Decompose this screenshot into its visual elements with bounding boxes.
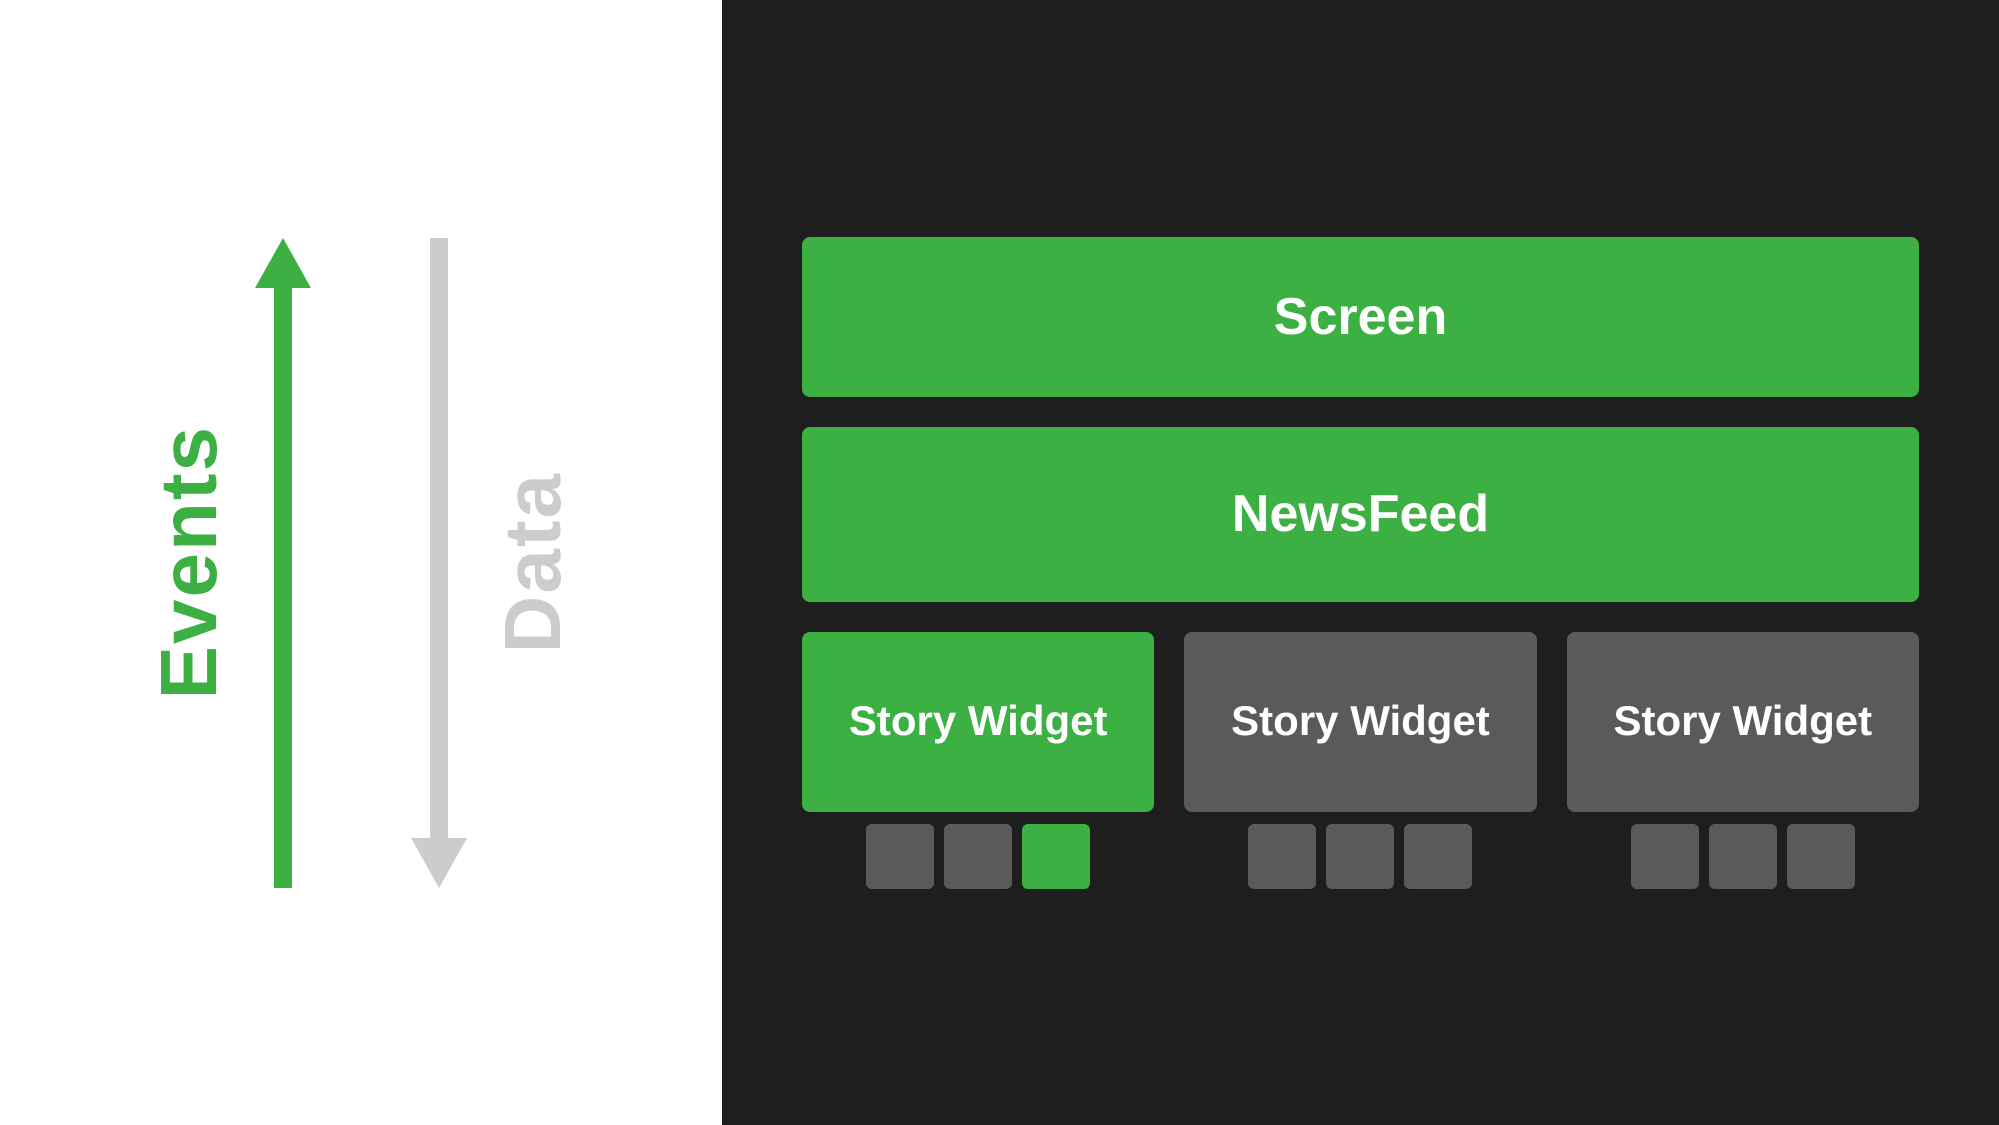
story-widget-block-2: Story Widget xyxy=(1184,632,1536,812)
arrow-up-line xyxy=(274,288,292,888)
sub-block-2-2 xyxy=(1326,824,1394,889)
sub-block-1-1 xyxy=(866,824,934,889)
story-widget-label-3: Story Widget xyxy=(1614,696,1873,746)
data-arrow-down xyxy=(411,238,467,888)
events-group: Events xyxy=(143,238,311,888)
left-panel: Events Data xyxy=(0,0,722,1125)
newsfeed-block: NewsFeed xyxy=(802,427,1919,602)
story-widget-group-3: Story Widget xyxy=(1567,632,1919,889)
events-arrow-up xyxy=(255,238,311,888)
sub-blocks-2 xyxy=(1184,824,1536,889)
sub-block-3-1 xyxy=(1631,824,1699,889)
data-label: Data xyxy=(487,472,579,653)
story-widget-block-1: Story Widget xyxy=(802,632,1154,812)
sub-block-2-1 xyxy=(1248,824,1316,889)
story-widget-group-1: Story Widget xyxy=(802,632,1154,889)
sub-blocks-3 xyxy=(1567,824,1919,889)
arrows-container: Events Data xyxy=(143,0,579,1125)
sub-block-1-3 xyxy=(1022,824,1090,889)
sub-block-2-3 xyxy=(1404,824,1472,889)
sub-block-3-2 xyxy=(1709,824,1777,889)
story-widget-label-2: Story Widget xyxy=(1231,696,1490,746)
arrow-down-head xyxy=(411,838,467,888)
screen-label: Screen xyxy=(1274,287,1447,347)
right-panel: Screen NewsFeed Story Widget Story Widge… xyxy=(722,0,1999,1125)
story-widget-label-1: Story Widget xyxy=(849,696,1108,746)
story-widgets-row: Story Widget Story Widget Story Widget xyxy=(802,632,1919,889)
screen-block: Screen xyxy=(802,237,1919,397)
story-widget-group-2: Story Widget xyxy=(1184,632,1536,889)
arrow-up-head xyxy=(255,238,311,288)
story-widget-block-3: Story Widget xyxy=(1567,632,1919,812)
events-label: Events xyxy=(143,425,235,699)
newsfeed-label: NewsFeed xyxy=(1232,484,1489,544)
sub-blocks-1 xyxy=(802,824,1154,889)
arrow-down-line xyxy=(430,238,448,838)
sub-block-3-3 xyxy=(1787,824,1855,889)
sub-block-1-2 xyxy=(944,824,1012,889)
data-group: Data xyxy=(411,238,579,888)
